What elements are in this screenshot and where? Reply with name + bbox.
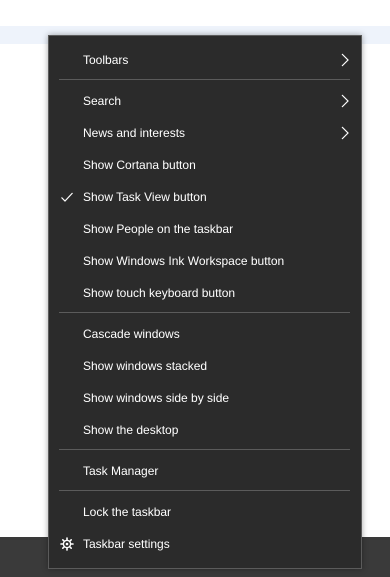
chevron-right-icon <box>341 53 349 67</box>
menu-item-label: Task Manager <box>83 464 159 478</box>
menu-item-label: Show touch keyboard button <box>83 286 236 300</box>
menu-separator <box>59 312 350 313</box>
menu-item-label: Show Cortana button <box>83 158 196 172</box>
menu-item-label: Show windows side by side <box>83 391 230 405</box>
menu-item-show-windows-side-by-side[interactable]: Show windows side by side <box>49 382 361 414</box>
menu-item-label: Show Task View button <box>83 190 207 204</box>
menu-item-show-windows-ink-workspace-button[interactable]: Show Windows Ink Workspace button <box>49 245 361 277</box>
menu-item-label: Lock the taskbar <box>83 505 172 519</box>
menu-item-lock-the-taskbar[interactable]: Lock the taskbar <box>49 496 361 528</box>
menu-item-label: Show People on the taskbar <box>83 222 234 236</box>
menu-separator <box>59 79 350 80</box>
menu-item-show-touch-keyboard-button[interactable]: Show touch keyboard button <box>49 277 361 309</box>
menu-item-label: Search <box>83 94 122 108</box>
menu-item-label: Taskbar settings <box>83 537 170 551</box>
chevron-right-icon <box>341 94 349 108</box>
menu-separator <box>59 490 350 491</box>
menu-item-label: News and interests <box>83 126 186 140</box>
menu-item-news-and-interests[interactable]: News and interests <box>49 117 361 149</box>
menu-item-show-cortana-button[interactable]: Show Cortana button <box>49 149 361 181</box>
menu-item-show-task-view-button[interactable]: Show Task View button <box>49 181 361 213</box>
menu-item-label: Toolbars <box>83 53 129 67</box>
menu-item-show-the-desktop[interactable]: Show the desktop <box>49 414 361 446</box>
menu-item-taskbar-settings[interactable]: Taskbar settings <box>49 528 361 560</box>
menu-item-toolbars[interactable]: Toolbars <box>49 44 361 76</box>
taskbar-context-menu: Toolbars Search News and interests Show … <box>48 35 362 569</box>
menu-item-search[interactable]: Search <box>49 85 361 117</box>
menu-item-task-manager[interactable]: Task Manager <box>49 455 361 487</box>
menu-item-label: Show Windows Ink Workspace button <box>83 254 285 268</box>
menu-item-show-people-on-taskbar[interactable]: Show People on the taskbar <box>49 213 361 245</box>
menu-separator <box>59 449 350 450</box>
menu-item-label: Show the desktop <box>83 423 179 437</box>
chevron-right-icon <box>341 126 349 140</box>
menu-item-cascade-windows[interactable]: Cascade windows <box>49 318 361 350</box>
gear-icon <box>60 537 74 551</box>
menu-item-label: Show windows stacked <box>83 359 208 373</box>
checkmark-icon <box>61 192 73 202</box>
menu-item-label: Cascade windows <box>83 327 180 341</box>
menu-item-show-windows-stacked[interactable]: Show windows stacked <box>49 350 361 382</box>
